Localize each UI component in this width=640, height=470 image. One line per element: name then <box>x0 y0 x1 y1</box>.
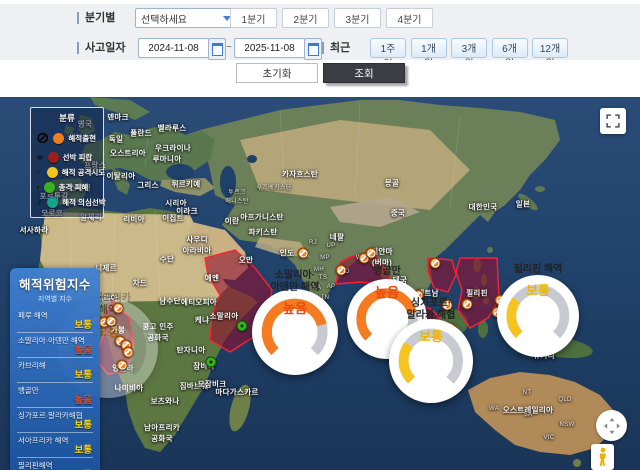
incident-marker[interactable] <box>336 265 347 276</box>
quarter-label: 분기별 <box>77 12 115 24</box>
incident-marker[interactable] <box>113 303 124 314</box>
incident-marker[interactable] <box>298 248 309 259</box>
risk-row-region: 필리핀해역 <box>18 460 92 470</box>
piracy-risk-index-panel: 해적위험지수 지역별 지수 페루 해역 보통 소말리아·아덴만 해역 높음 <box>10 268 100 470</box>
quarter-select-value: 선택하세요 <box>141 11 187 26</box>
calendar-icon <box>212 43 223 56</box>
risk-row: 필리핀해역 보통 <box>17 458 93 470</box>
recent-period-button[interactable]: 12개월 <box>532 38 568 58</box>
filter-bar: 분기별 선택하세요 1분기2분기3분기4분기 사고일자 2024-11-08 ~… <box>0 4 640 60</box>
risk-row-level: 보통 <box>18 421 92 431</box>
risk-row: 소말리아·아덴만 해역 높음 <box>17 333 93 358</box>
action-row: 초기화 조회 <box>0 60 640 96</box>
risk-badge[interactable]: 소말리아· 아덴만 해역 높음 <box>252 289 338 375</box>
calendar-icon <box>308 43 319 56</box>
badge-level: 보통 <box>419 326 443 345</box>
badge-region-label: 뱅골만 <box>373 266 401 278</box>
fullscreen-button[interactable] <box>600 108 626 134</box>
incident-marker[interactable] <box>206 357 217 368</box>
risk-badge[interactable]: 싱가포르· 말라카 해협 보통 <box>389 319 473 403</box>
quarter-button[interactable]: 4분기 <box>386 8 433 28</box>
risk-row-level: 보통 <box>18 321 92 331</box>
incident-marker[interactable] <box>123 347 134 358</box>
recent-period-button[interactable]: 1개월 <box>411 38 447 58</box>
legend-item-label: 해적 의심선박 <box>62 197 105 208</box>
risk-rows: 페루 해역 보통 소말리아·아덴만 해역 높음 카브리해 보통 뱅골만 <box>17 308 93 470</box>
calendar-icon-to[interactable] <box>304 38 322 60</box>
legend-marker-icon <box>47 167 58 178</box>
badge-level: 높음 <box>375 282 399 301</box>
incident-marker[interactable] <box>237 321 248 332</box>
badge-level: 높음 <box>283 298 307 317</box>
badge-region-label: 소말리아· 아덴만 해역 <box>271 270 320 294</box>
risk-row: 카브리해 보통 <box>17 358 93 383</box>
map-legend: 분류 해적출현 선박 피랍 해적 공격시도 <box>30 107 104 218</box>
recent-label: 최근 <box>322 42 350 54</box>
legend-marker-icon <box>47 197 58 208</box>
pan-arrows-icon <box>601 415 623 437</box>
date-from-input[interactable]: 2024-11-08 <box>138 38 209 58</box>
recent-period-button[interactable]: 1주일 <box>370 38 406 58</box>
legend-title: 분류 <box>36 112 98 124</box>
legend-marker-icon <box>44 182 55 193</box>
map-canvas[interactable]: 덴마크영국벨라루스폴란드독일우크라이나오스트리아루마니아프랑스이탈리아그리스튀르… <box>0 97 640 470</box>
badge-region-label: 필리핀 해역 <box>514 264 563 276</box>
date-range-separator: ~ <box>226 42 232 53</box>
calendar-icon-from[interactable] <box>208 38 226 60</box>
risk-row: 싱가포르·말라카해협 보통 <box>17 408 93 433</box>
street-view-pegman[interactable] <box>591 444 614 470</box>
fullscreen-icon <box>605 113 621 129</box>
reset-button[interactable]: 초기화 <box>236 63 318 83</box>
risk-row-level: 보통 <box>18 446 92 456</box>
legend-marker-icon <box>53 133 64 144</box>
risk-row-level: 높음 <box>18 396 92 406</box>
risk-badge[interactable]: 필리핀 해역 보통 <box>497 275 579 357</box>
incident-marker[interactable] <box>117 360 128 371</box>
quarter-button[interactable]: 1분기 <box>230 8 277 28</box>
quarter-select[interactable]: 선택하세요 <box>135 8 237 28</box>
risk-row-level: 높음 <box>18 346 92 356</box>
badge-region-label: 싱가포르· 말라카 해협 <box>407 298 456 322</box>
pan-control[interactable] <box>596 410 627 441</box>
recent-period-button[interactable]: 6개월 <box>492 38 528 58</box>
legend-item: 선박 피랍 <box>36 152 98 163</box>
incident-marker[interactable] <box>462 299 473 310</box>
risk-row-level: 보통 <box>18 371 92 381</box>
risk-row: 페루 해역 보통 <box>17 308 93 333</box>
search-button[interactable]: 조회 <box>323 63 405 83</box>
incident-marker[interactable] <box>430 258 441 269</box>
incident-date-label: 사고일자 <box>77 42 125 54</box>
panel-title: 해적위험지수 <box>17 274 93 293</box>
legend-item: 총격 피해 <box>36 182 98 193</box>
legend-item: 해적 의심선박 <box>36 197 98 208</box>
legend-item: 해적출현 <box>36 128 98 148</box>
panel-subtitle: 지역별 지수 <box>17 294 93 304</box>
risk-row: 뱅골만 높음 <box>17 383 93 408</box>
date-to-input[interactable]: 2025-11-08 <box>234 38 305 58</box>
legend-item: 해적 공격시도 <box>36 167 98 178</box>
legend-marker-icon <box>48 152 59 163</box>
pegman-icon <box>596 447 610 467</box>
incident-marker[interactable] <box>366 248 377 259</box>
incident-marker[interactable] <box>106 316 117 327</box>
risk-row: 서아프리카 해역 보통 <box>17 433 93 458</box>
piracy-dashboard: 분기별 선택하세요 1분기2분기3분기4분기 사고일자 2024-11-08 ~… <box>0 0 640 470</box>
legend-item-label: 선박 피랍 <box>63 152 93 163</box>
legend-items: 해적출현 선박 피랍 해적 공격시도 총격 피해 <box>36 128 98 208</box>
legend-item-label: 총격 피해 <box>59 182 89 193</box>
recent-period-button[interactable]: 3개월 <box>451 38 487 58</box>
badge-level: 보통 <box>526 280 550 299</box>
quarter-button[interactable]: 2분기 <box>282 8 329 28</box>
quarter-button[interactable]: 3분기 <box>334 8 381 28</box>
legend-item-label: 해적 공격시도 <box>62 167 105 178</box>
legend-item-label: 해적출현 <box>68 133 96 144</box>
